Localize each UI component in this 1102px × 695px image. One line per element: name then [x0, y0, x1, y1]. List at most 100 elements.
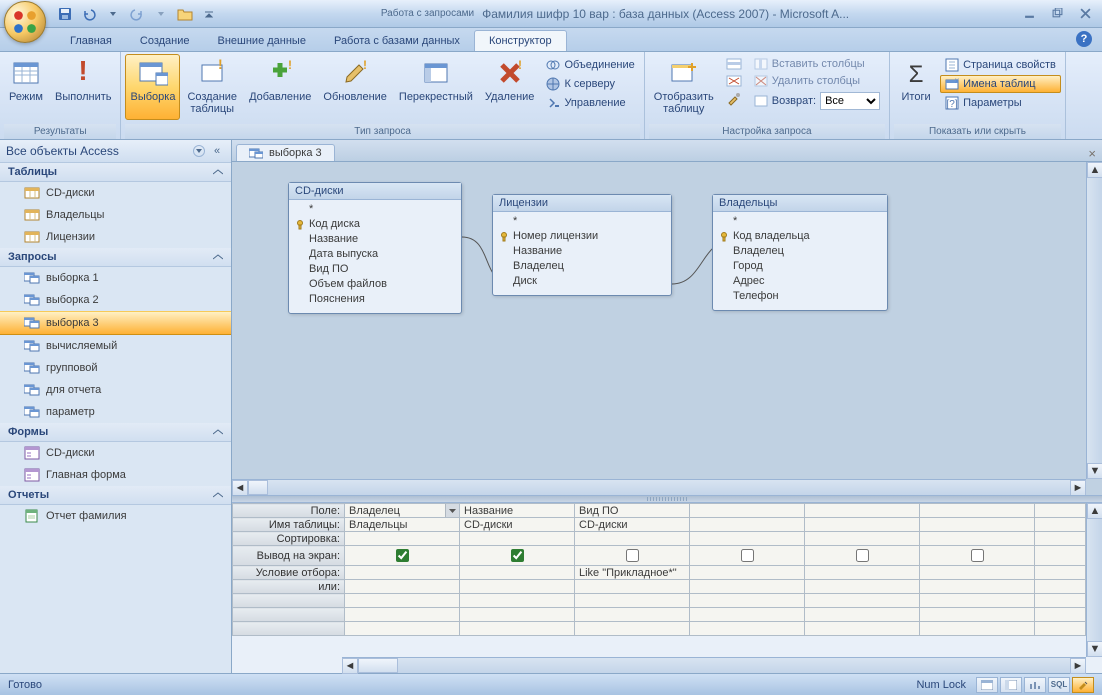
qbe-cell[interactable]: Вид ПО [575, 504, 690, 518]
save-icon[interactable] [56, 5, 74, 23]
qat-customize-icon[interactable] [200, 5, 218, 23]
tab-home[interactable]: Главная [56, 31, 126, 51]
tab-designer[interactable]: Конструктор [474, 30, 567, 51]
datadef-button[interactable]: Управление [541, 94, 639, 112]
table-field[interactable]: Номер лицензии [497, 229, 667, 244]
qbe-cell[interactable] [690, 580, 805, 594]
navgroup-forms[interactable]: Формы [0, 423, 231, 442]
qbe-cell[interactable] [345, 532, 460, 546]
table-field[interactable]: Код диска [293, 217, 457, 232]
table-field[interactable]: Владелец [717, 244, 883, 259]
qbe-cell[interactable] [345, 546, 460, 566]
table-box[interactable]: CD-диски*Код дискаНазваниеДата выпускаВи… [288, 182, 462, 314]
qbe-cell[interactable] [920, 518, 1035, 532]
table-field[interactable]: Город [717, 259, 883, 274]
append-button[interactable]: ! Добавление [244, 54, 316, 120]
propsheet-button[interactable]: Страница свойств [940, 56, 1061, 74]
qbe-cell[interactable] [805, 518, 920, 532]
qbe-cell[interactable] [920, 504, 1035, 518]
delete-query-button[interactable]: ! Удаление [480, 54, 540, 120]
qbe-cell[interactable] [920, 566, 1035, 580]
qbe-cell[interactable]: Название [460, 504, 575, 518]
qbe-cell[interactable] [920, 532, 1035, 546]
qbe-cell[interactable] [690, 566, 805, 580]
maketable-button[interactable]: ! Создание таблицы [182, 54, 242, 120]
horizontal-splitter[interactable] [232, 495, 1102, 503]
qbe-vscroll[interactable]: ▲▼ [1086, 503, 1102, 657]
qbe-cell[interactable] [920, 580, 1035, 594]
tab-external[interactable]: Внешние данные [204, 31, 320, 51]
qbe-cell[interactable] [690, 504, 805, 518]
parameters-button[interactable]: [?]Параметры [940, 94, 1061, 112]
qbe-cell[interactable] [805, 566, 920, 580]
navpane-filter-icon[interactable] [193, 145, 205, 157]
tablenames-button[interactable]: xyzИмена таблиц [940, 75, 1061, 93]
office-button[interactable] [4, 1, 46, 43]
tab-dbtools[interactable]: Работа с базами данных [320, 31, 474, 51]
navitem[interactable]: вычисляемый [0, 335, 231, 357]
show-checkbox[interactable] [511, 549, 524, 562]
view-button[interactable]: Режим [4, 54, 48, 120]
table-field[interactable]: Код владельца [717, 229, 883, 244]
show-checkbox[interactable] [741, 549, 754, 562]
view-design-icon[interactable] [1072, 677, 1094, 693]
union-button[interactable]: Объединение [541, 56, 639, 74]
show-checkbox[interactable] [396, 549, 409, 562]
qbe-cell[interactable] [920, 546, 1035, 566]
scroll-right-icon[interactable]: ► [1070, 480, 1086, 495]
qbe-hscroll[interactable]: ◄ ► [342, 657, 1086, 673]
table-field[interactable]: Владелец [497, 259, 667, 274]
undo-icon[interactable] [80, 5, 98, 23]
insert-cols-button[interactable]: Вставить столбцы [749, 56, 885, 72]
qbe-cell[interactable]: Владелец [345, 504, 460, 518]
document-tab[interactable]: выборка 3 [236, 144, 335, 161]
table-field[interactable]: Название [497, 244, 667, 259]
return-select[interactable]: Все [820, 92, 880, 110]
open-folder-icon[interactable] [176, 5, 194, 23]
table-field[interactable]: Пояснения [293, 292, 457, 307]
insert-rows-button[interactable] [721, 56, 747, 72]
table-field[interactable]: Вид ПО [293, 262, 457, 277]
showtable-button[interactable]: Отобразить таблицу [649, 54, 719, 120]
table-box[interactable]: Лицензии *Номер лицензииНазваниеВладелецД… [492, 194, 672, 296]
qbe-cell[interactable] [575, 546, 690, 566]
qbe-cell[interactable] [805, 504, 920, 518]
view-sql-icon[interactable]: SQL [1048, 677, 1070, 693]
table-field[interactable]: * [717, 214, 883, 229]
view-pivotchart-icon[interactable] [1024, 677, 1046, 693]
table-field[interactable]: Диск [497, 274, 667, 289]
run-button[interactable]: ! Выполнить [50, 54, 116, 120]
qbe-cell[interactable] [690, 532, 805, 546]
qbe-cell[interactable]: Like "Прикладное*" [575, 566, 690, 580]
qbe-cell[interactable]: CD-диски [460, 518, 575, 532]
navitem[interactable]: групповой [0, 357, 231, 379]
navitem[interactable]: Владельцы [0, 204, 231, 226]
table-field[interactable]: * [497, 214, 667, 229]
qbe-cell[interactable]: Владельцы [345, 518, 460, 532]
qbe-cell[interactable] [460, 532, 575, 546]
qbe-cell[interactable] [805, 580, 920, 594]
document-close-icon[interactable]: × [1088, 146, 1096, 161]
qbe-cell[interactable] [460, 566, 575, 580]
navitem[interactable]: для отчета [0, 379, 231, 401]
qbe-cell[interactable] [575, 532, 690, 546]
qbe-cell[interactable]: CD-диски [575, 518, 690, 532]
navpane-header[interactable]: Все объекты Access « [0, 140, 231, 163]
qbe-cell[interactable] [690, 518, 805, 532]
qbe-cell[interactable] [575, 580, 690, 594]
redo-dropdown-icon[interactable] [152, 5, 170, 23]
view-datasheet-icon[interactable] [976, 677, 998, 693]
table-box-header[interactable]: Лицензии [493, 195, 671, 212]
delete-rows-button[interactable] [721, 73, 747, 89]
undo-dropdown-icon[interactable] [104, 5, 122, 23]
navitem[interactable]: выборка 1 [0, 267, 231, 289]
close-button[interactable] [1074, 6, 1096, 22]
navgroup-tables[interactable]: Таблицы [0, 163, 231, 182]
table-field[interactable]: Дата выпуска [293, 247, 457, 262]
table-field[interactable]: Объем файлов [293, 277, 457, 292]
show-checkbox[interactable] [626, 549, 639, 562]
qbe-cell[interactable] [460, 580, 575, 594]
navgroup-queries[interactable]: Запросы [0, 248, 231, 267]
redo-icon[interactable] [128, 5, 146, 23]
dropdown-arrow-icon[interactable] [445, 504, 459, 517]
